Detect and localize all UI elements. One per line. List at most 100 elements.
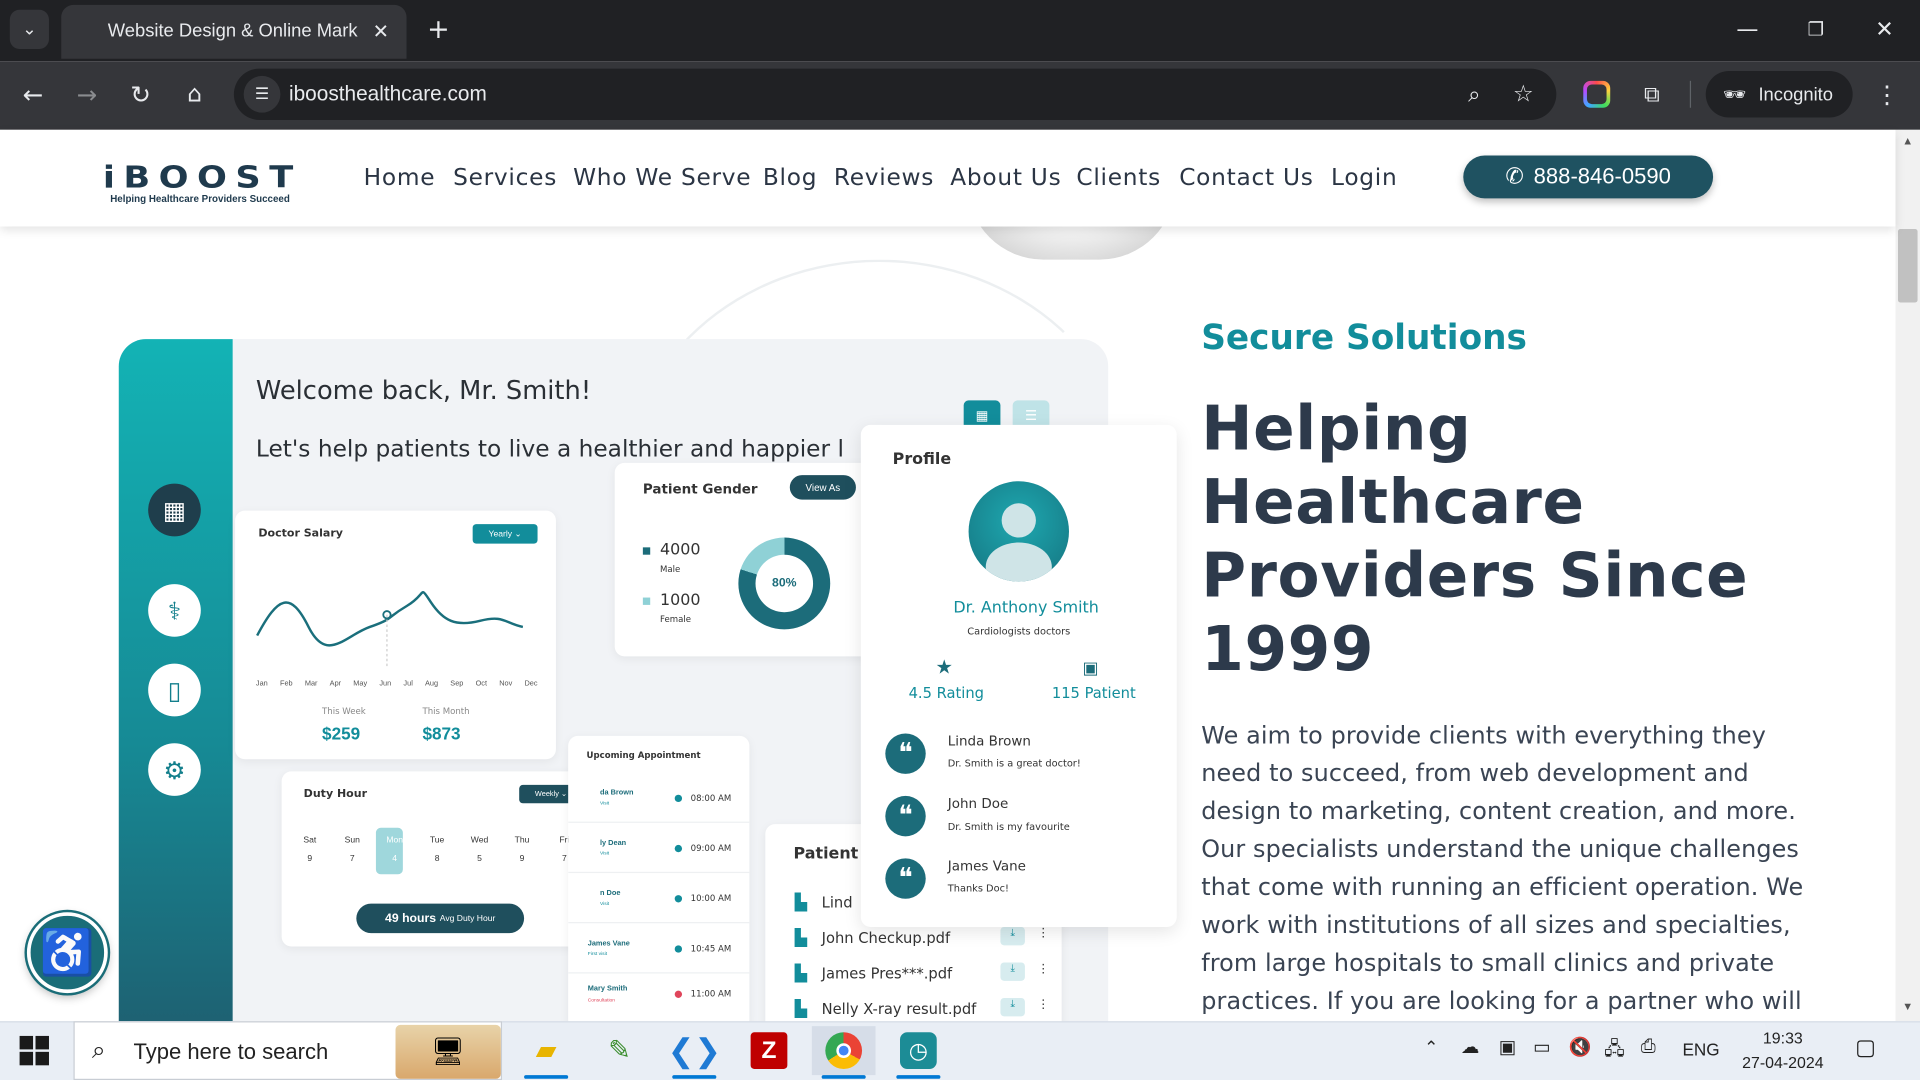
restore-icon[interactable]: ❐ (1798, 12, 1835, 46)
more-icon: ⋮ (1037, 926, 1050, 941)
bookmark-star-icon[interactable]: ☆ (1505, 76, 1542, 113)
settings-gear-icon: ⚙ (148, 743, 201, 796)
nav-about-us[interactable]: About Us (950, 164, 1061, 191)
tab-search-chevron-icon[interactable]: ⌄ (9, 9, 49, 49)
day-number: 5 (477, 854, 482, 864)
clipboard-icon: ▯ (148, 663, 201, 717)
download-icon: ⤓ (1000, 962, 1025, 981)
doctor-role: Cardiologists doctors (967, 625, 1071, 637)
minimize-icon[interactable]: — (1729, 12, 1766, 46)
file-icon: ▙ (794, 928, 807, 947)
nav-home[interactable]: Home (364, 164, 436, 191)
color-extension-icon[interactable] (1583, 80, 1611, 108)
month-label: Oct (475, 680, 488, 689)
vscode-icon[interactable]: ❮❯ (662, 1026, 726, 1079)
appointment-name: n Doe (600, 890, 621, 898)
windows-start-icon[interactable] (19, 1035, 49, 1066)
appointment-time: 10:00 AM (690, 893, 732, 904)
url-text: iboosthealthcare.com (288, 82, 487, 106)
paragraph-line: We aim to provide clients with everythin… (1201, 721, 1766, 750)
reviewer-name: James Vane (947, 858, 1026, 875)
screen-capture-icon[interactable]: ▣ (1499, 1036, 1516, 1058)
reload-icon[interactable]: ↻ (122, 76, 159, 113)
site-info-icon[interactable]: ☰ (243, 75, 281, 113)
salary-line-chart (256, 591, 524, 668)
duty-summary-pill: 49 hours Avg Duty Hour (356, 903, 525, 934)
profile-card: Profile Dr. Anthony Smith Cardiologists … (860, 424, 1177, 927)
accessibility-icon[interactable]: ♿ (26, 912, 108, 994)
file-icon: ▙ (794, 963, 807, 983)
appointment-status-dot (674, 794, 683, 803)
close-window-icon[interactable]: ✕ (1866, 12, 1903, 46)
network-icon[interactable]: 🖧 (1604, 1036, 1624, 1067)
paragraph-line: Our specialists understand the unique ch… (1201, 835, 1800, 864)
phone-button[interactable]: ✆ 888-846-0590 (1463, 155, 1714, 199)
appointment-time: 11:00 AM (690, 989, 732, 1000)
rating-value: 4.5 Rating (908, 684, 985, 702)
hero-title-line: Providers Since (1201, 540, 1749, 612)
nav-clients[interactable]: Clients (1076, 164, 1161, 191)
new-tab-icon[interactable]: + (421, 12, 455, 46)
view-as-button: View As (789, 475, 856, 500)
hero-paragraph: We aim to provide clients with everythin… (1201, 716, 1825, 1020)
duty-days: Sat 9 Sun 7 Mon 4 Tue 8 Wed 5 Thu 9 Fri 7 (296, 836, 578, 863)
back-icon[interactable]: ← (15, 76, 52, 113)
address-bar[interactable]: ☰ iboosthealthcare.com ⌕ ☆ (233, 68, 1557, 121)
file-name: John Checkup.pdf (821, 929, 951, 947)
filezilla-icon[interactable]: Z (737, 1026, 801, 1075)
notification-icon[interactable]: ▢ (1855, 1035, 1876, 1061)
nav-login[interactable]: Login (1331, 164, 1397, 191)
site-logo[interactable]: iBOOST Helping Healthcare Providers Succ… (103, 162, 293, 205)
paragraph-line: work with institutions of all sizes and … (1201, 911, 1791, 940)
taskbar-search[interactable]: ⌕ Type here to search 🖥 (73, 1021, 503, 1080)
scrollbar-thumb[interactable] (1897, 228, 1918, 303)
language-indicator[interactable]: ENG (1682, 1040, 1719, 1060)
appointment-list: da Brown Visit 08:00 AM ly Dean Visit 09… (568, 773, 750, 1024)
tray-overflow-icon[interactable]: ⌃ (1424, 1037, 1438, 1058)
nav-reviews[interactable]: Reviews (834, 164, 934, 191)
extensions-icon[interactable]: ⧉ (1633, 76, 1670, 113)
review-text: Thanks Doc! (947, 882, 1009, 894)
incognito-badge[interactable]: 🕶 Incognito (1705, 71, 1853, 118)
file-explorer-icon[interactable]: ▰ (514, 1026, 578, 1079)
battery-icon[interactable]: ▭ (1533, 1036, 1550, 1058)
duty-hours: 49 hours (385, 911, 437, 926)
zoom-icon[interactable]: ⌕ (1456, 76, 1493, 113)
nav-services[interactable]: Services (453, 164, 557, 191)
menu-kebab-icon[interactable]: ⋮ (1871, 76, 1903, 113)
home-icon[interactable]: ⌂ (176, 76, 213, 113)
forward-icon[interactable]: → (69, 76, 106, 113)
tab-close-icon[interactable]: ✕ (367, 17, 394, 44)
file-name: Nelly X-ray result.pdf (821, 1000, 977, 1018)
month-label: May (353, 680, 368, 689)
notepad-plus-icon[interactable]: ✎ (588, 1026, 652, 1075)
file-row: ▙ James Pres***.pdf ⤓ ⋮ (795, 962, 1062, 984)
welcome-subtitle: Let's help patients to live a healthier … (255, 435, 844, 463)
clock-date: 27-04-2024 (1742, 1053, 1824, 1072)
nav-who-we-serve[interactable]: Who We Serve (573, 164, 751, 191)
scroll-up-icon[interactable]: ▲ (1896, 135, 1920, 152)
appointment-status-dot (674, 945, 683, 953)
chrome-icon[interactable] (811, 1026, 876, 1079)
donut-percent: 80% (755, 554, 814, 613)
device-icon[interactable]: ⎙ (1641, 1036, 1656, 1057)
scroll-down-icon[interactable]: ▼ (1896, 1000, 1920, 1017)
volume-muted-icon[interactable]: 🔇 (1569, 1036, 1592, 1058)
appointment-time: 09:00 AM (690, 843, 732, 854)
clock-app-icon[interactable]: ◷ (887, 1026, 951, 1079)
paragraph-line: from large hospitals to small clinics an… (1201, 948, 1775, 978)
gender-donut-chart: 80% (738, 537, 831, 630)
onedrive-icon[interactable]: ☁ (1461, 1036, 1479, 1058)
browser-tab[interactable]: Website Design & Online Mark ✕ (61, 4, 407, 59)
female-legend-marker (642, 597, 651, 605)
reviewer-name: John Doe (947, 795, 1009, 812)
day-label: Thu (514, 836, 530, 845)
nav-blog[interactable]: Blog (763, 164, 817, 191)
toolbar-divider (1689, 80, 1692, 108)
nav-contact-us[interactable]: Contact Us (1179, 164, 1313, 191)
this-week-value: $259 (322, 723, 361, 744)
day-number: 8 (434, 854, 440, 864)
clock[interactable]: 19:33 27-04-2024 (1736, 1026, 1829, 1075)
tab-title: Website Design & Online Mark (107, 20, 358, 42)
appointment-type: First visit (587, 950, 608, 957)
